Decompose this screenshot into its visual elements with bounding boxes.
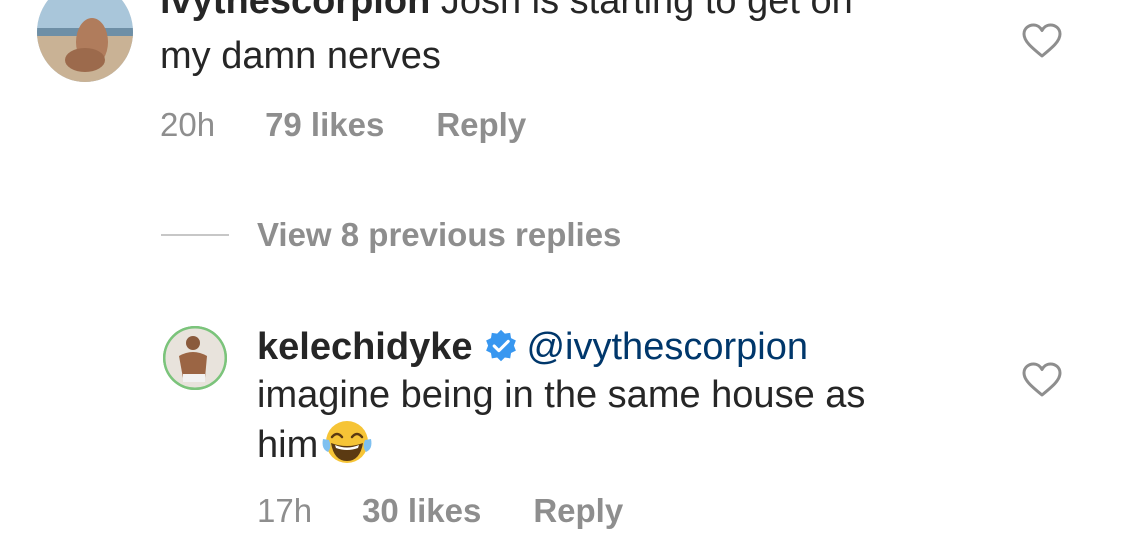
avatar-image-icon (37, 0, 133, 82)
comment-reply-button[interactable]: Reply (436, 106, 526, 144)
comment-username[interactable]: ivythescorpion (160, 0, 430, 22)
commenter-avatar[interactable] (37, 0, 133, 82)
comment-text-line2: my damn nerves (160, 35, 441, 77)
view-previous-replies-button[interactable]: View 8 previous replies (257, 216, 621, 254)
reply-reply-button[interactable]: Reply (533, 492, 623, 530)
comment-likes[interactable]: 79 likes (265, 106, 384, 144)
reply-username[interactable]: kelechidyke (257, 326, 472, 368)
comment-meta: 20h 79 likes Reply (160, 106, 526, 144)
reply-avatar[interactable] (163, 326, 227, 390)
tears-of-joy-emoji-icon (320, 419, 374, 465)
comments-thread: ivythescorpion Josh is starting to get o… (0, 0, 1125, 560)
comment-time: 20h (160, 106, 216, 143)
replies-divider (161, 234, 229, 236)
reply-likes[interactable]: 30 likes (362, 492, 481, 530)
reply-like-button[interactable] (1022, 362, 1062, 398)
reply-body-line3: him (257, 419, 374, 469)
reply-mention-link[interactable]: @ivythescorpion (526, 326, 807, 368)
comment-body: ivythescorpion Josh is starting to get o… (160, 0, 853, 25)
heart-icon (1022, 362, 1062, 397)
reply-text-line2: him (257, 424, 319, 466)
reply-text-line1: imagine being in the same house as (257, 374, 866, 416)
comment-like-button[interactable] (1022, 23, 1062, 59)
verified-badge-icon (484, 329, 518, 363)
reply-time: 17h (257, 492, 313, 529)
reply-body-line1: kelechidyke @ivythescorpion (257, 324, 808, 371)
comment-text-line1: Josh is starting to get on (440, 0, 853, 22)
heart-icon (1022, 23, 1062, 58)
avatar-image-icon (163, 326, 227, 390)
reply-meta: 17h 30 likes Reply (257, 492, 623, 530)
